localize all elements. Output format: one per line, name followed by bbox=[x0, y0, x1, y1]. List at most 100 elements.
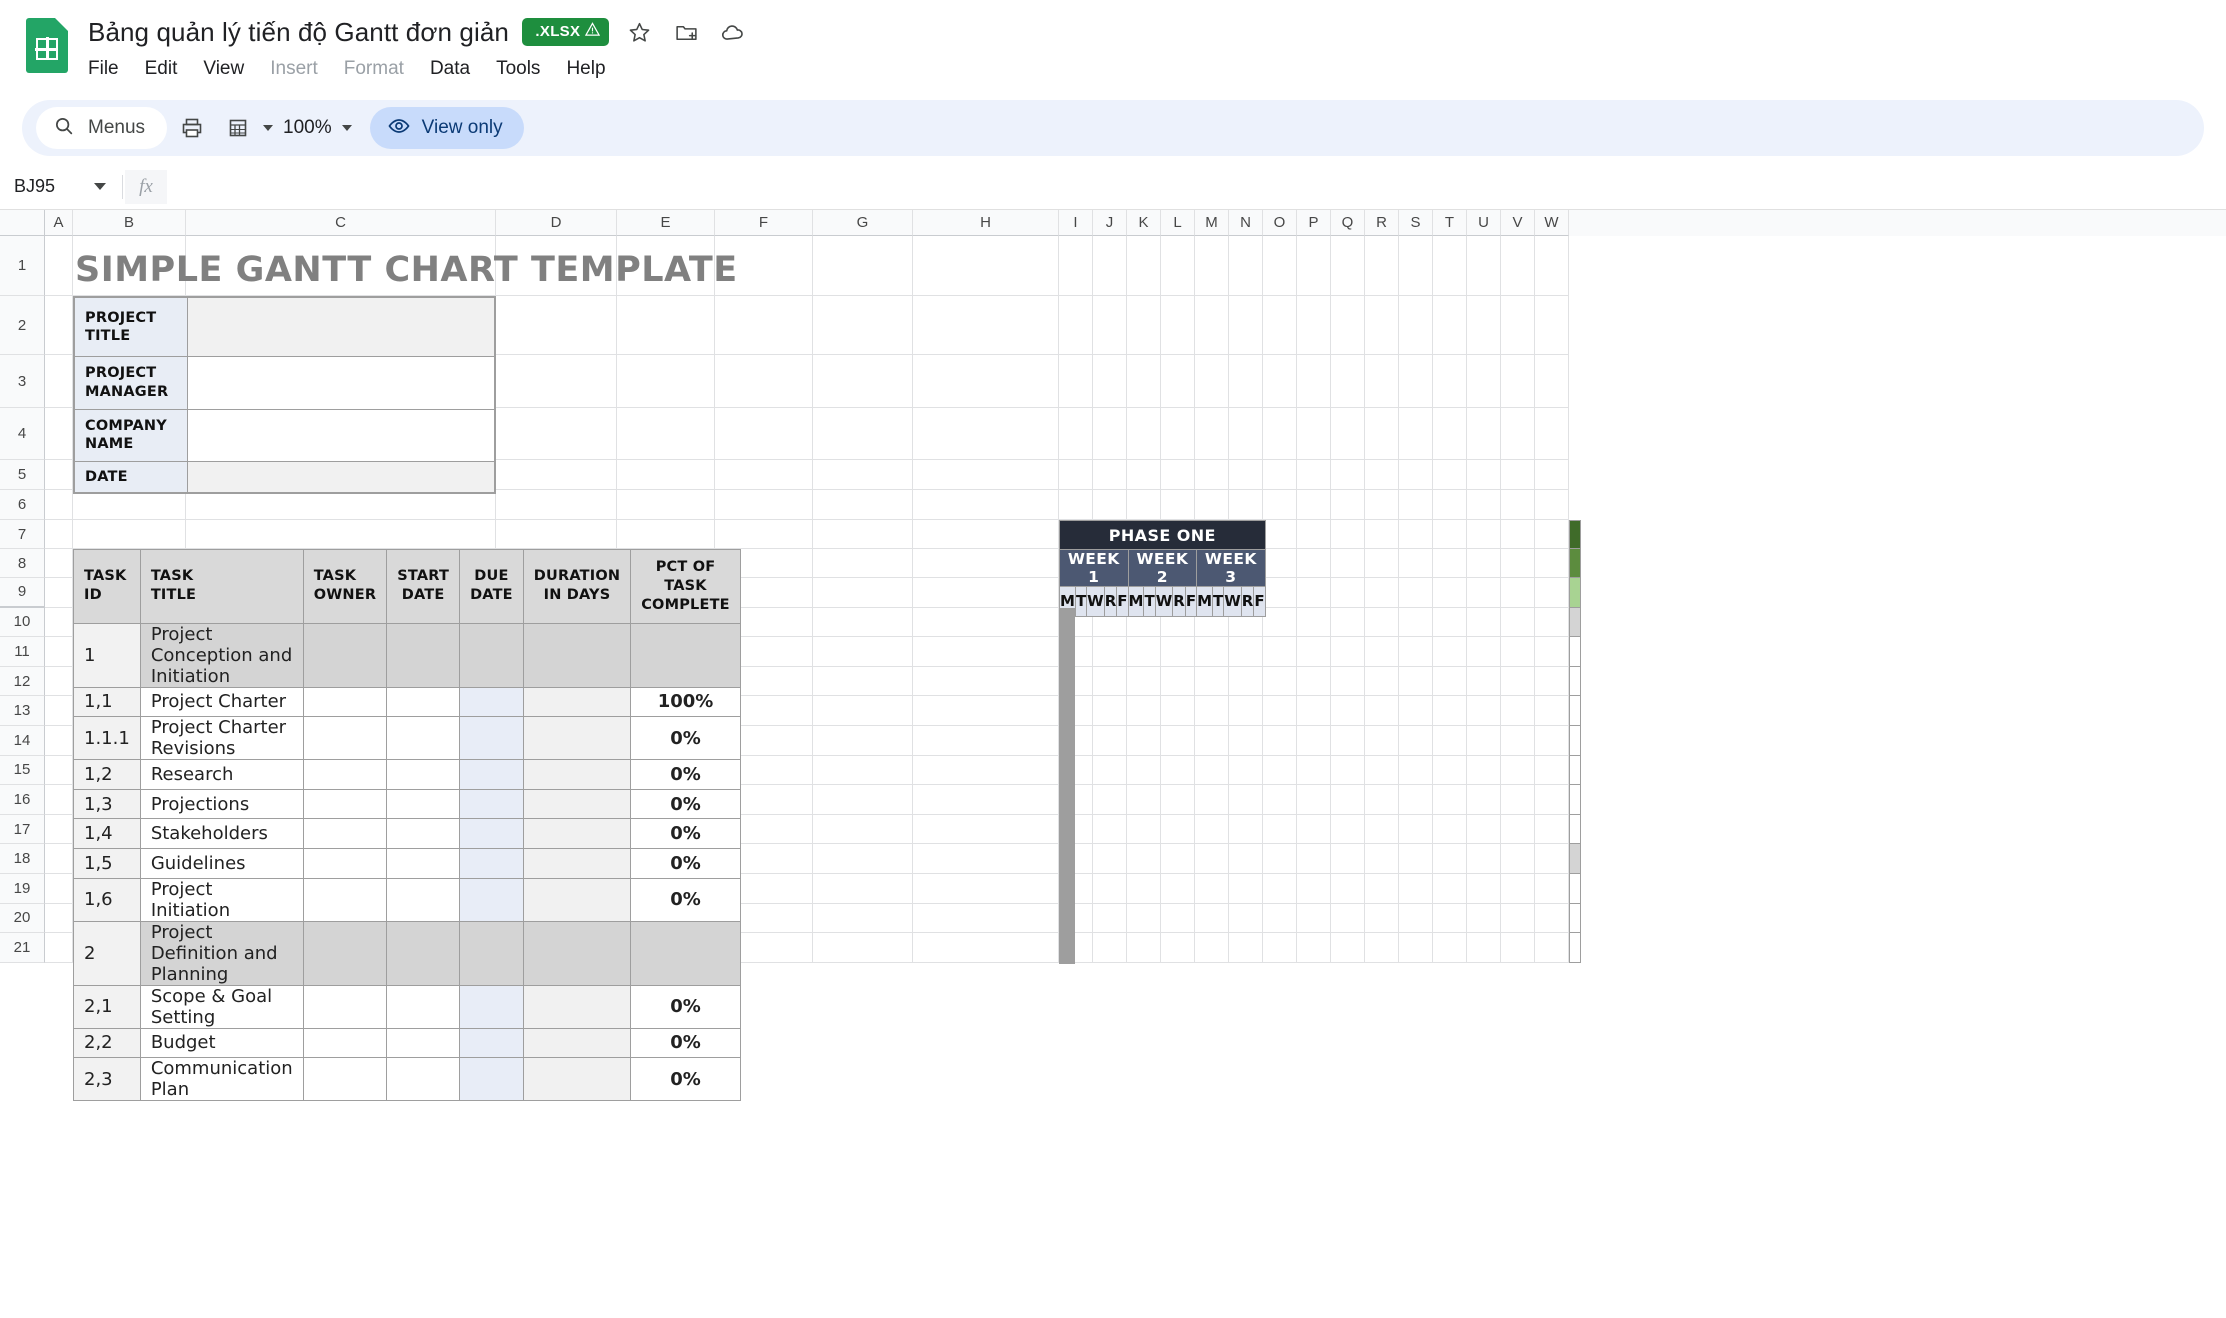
cell-R1[interactable] bbox=[1365, 236, 1399, 296]
cell-R12[interactable] bbox=[1365, 666, 1399, 697]
cell-U16[interactable] bbox=[1467, 785, 1501, 815]
cell-G8[interactable] bbox=[813, 549, 913, 578]
cell-C13[interactable] bbox=[186, 696, 496, 726]
cell-V10[interactable] bbox=[1501, 607, 1535, 638]
cell-P9[interactable] bbox=[1297, 578, 1331, 608]
cell-D7[interactable] bbox=[496, 520, 617, 549]
cell-C17[interactable] bbox=[186, 814, 496, 845]
cell-W16[interactable] bbox=[1535, 785, 1569, 815]
column-header-R[interactable]: R bbox=[1365, 210, 1399, 236]
cell-P8[interactable] bbox=[1297, 549, 1331, 578]
cell-G9[interactable] bbox=[813, 578, 913, 608]
cell-U17[interactable] bbox=[1467, 814, 1501, 845]
cell-E16[interactable] bbox=[617, 785, 715, 815]
cell-U19[interactable] bbox=[1467, 873, 1501, 904]
cell-J18[interactable] bbox=[1093, 844, 1127, 874]
duration[interactable] bbox=[522, 1057, 632, 1102]
cell-U18[interactable] bbox=[1467, 844, 1501, 874]
cell-Q4[interactable] bbox=[1331, 408, 1365, 460]
cell-J7[interactable] bbox=[1093, 520, 1127, 549]
cell-S9[interactable] bbox=[1399, 578, 1433, 608]
cell-E5[interactable] bbox=[617, 460, 715, 490]
cell-M2[interactable] bbox=[1195, 296, 1229, 355]
cell-J10[interactable] bbox=[1093, 607, 1127, 638]
cell-C7[interactable] bbox=[186, 520, 496, 549]
cell-I11[interactable] bbox=[1059, 637, 1093, 667]
cell-P5[interactable] bbox=[1297, 460, 1331, 490]
cell-M17[interactable] bbox=[1195, 814, 1229, 845]
cell-T5[interactable] bbox=[1433, 460, 1467, 490]
cell-D10[interactable] bbox=[496, 607, 617, 638]
spreadsheet-view-icon[interactable] bbox=[217, 107, 259, 149]
row-header-5[interactable]: 5 bbox=[0, 460, 45, 490]
cell-H3[interactable] bbox=[913, 355, 1059, 408]
cell-V20[interactable] bbox=[1501, 903, 1535, 934]
row-header-18[interactable]: 18 bbox=[0, 844, 45, 874]
cell-E2[interactable] bbox=[617, 296, 715, 355]
cell-B21[interactable] bbox=[73, 933, 186, 963]
zoom-level[interactable]: 100% bbox=[277, 117, 338, 139]
cell-S7[interactable] bbox=[1399, 520, 1433, 549]
cell-H14[interactable] bbox=[913, 725, 1059, 756]
cell-R4[interactable] bbox=[1365, 408, 1399, 460]
cell-L5[interactable] bbox=[1161, 460, 1195, 490]
cell-U13[interactable] bbox=[1467, 696, 1501, 726]
cell-F4[interactable] bbox=[715, 408, 813, 460]
cell-U12[interactable] bbox=[1467, 666, 1501, 697]
cell-C19[interactable] bbox=[186, 873, 496, 904]
row-header-20[interactable]: 20 bbox=[0, 903, 45, 934]
cell-C15[interactable] bbox=[186, 755, 496, 786]
cell-O19[interactable] bbox=[1263, 873, 1297, 904]
cell-W18[interactable] bbox=[1535, 844, 1569, 874]
cell-E1[interactable] bbox=[617, 236, 715, 296]
cell-L9[interactable] bbox=[1161, 578, 1195, 608]
cell-K3[interactable] bbox=[1127, 355, 1161, 408]
cell-J20[interactable] bbox=[1093, 903, 1127, 934]
cell-G18[interactable] bbox=[813, 844, 913, 874]
task-title[interactable]: Scope & Goal Setting bbox=[139, 984, 304, 1029]
cell-A7[interactable] bbox=[45, 520, 73, 549]
due-date[interactable] bbox=[459, 984, 524, 1029]
cell-G17[interactable] bbox=[813, 814, 913, 845]
duration[interactable] bbox=[522, 1027, 632, 1059]
cell-R7[interactable] bbox=[1365, 520, 1399, 549]
cell-Q13[interactable] bbox=[1331, 696, 1365, 726]
row-header-11[interactable]: 11 bbox=[0, 637, 45, 667]
cell-K4[interactable] bbox=[1127, 408, 1161, 460]
cell-J11[interactable] bbox=[1093, 637, 1127, 667]
cell-M1[interactable] bbox=[1195, 236, 1229, 296]
cell-J9[interactable] bbox=[1093, 578, 1127, 608]
cell-O4[interactable] bbox=[1263, 408, 1297, 460]
cell-F13[interactable] bbox=[715, 696, 813, 726]
cell-H7[interactable] bbox=[913, 520, 1059, 549]
cell-A18[interactable] bbox=[45, 844, 73, 874]
cell-V6[interactable] bbox=[1501, 490, 1535, 520]
cell-T11[interactable] bbox=[1433, 637, 1467, 667]
column-header-S[interactable]: S bbox=[1399, 210, 1433, 236]
cell-U9[interactable] bbox=[1467, 578, 1501, 608]
cell-A2[interactable] bbox=[45, 296, 73, 355]
cell-C20[interactable] bbox=[186, 903, 496, 934]
cell-G20[interactable] bbox=[813, 903, 913, 934]
cell-W14[interactable] bbox=[1535, 725, 1569, 756]
cell-F8[interactable] bbox=[715, 549, 813, 578]
cell-M7[interactable] bbox=[1195, 520, 1229, 549]
cell-Q11[interactable] bbox=[1331, 637, 1365, 667]
sheets-logo-icon[interactable] bbox=[22, 16, 72, 84]
start-date[interactable] bbox=[386, 1057, 461, 1102]
cell-B1[interactable] bbox=[73, 236, 186, 296]
cell-E6[interactable] bbox=[617, 490, 715, 520]
cell-N19[interactable] bbox=[1229, 873, 1263, 904]
cell-K5[interactable] bbox=[1127, 460, 1161, 490]
cell-K18[interactable] bbox=[1127, 844, 1161, 874]
cell-F14[interactable] bbox=[715, 725, 813, 756]
cell-D16[interactable] bbox=[496, 785, 617, 815]
cell-Q9[interactable] bbox=[1331, 578, 1365, 608]
cell-E12[interactable] bbox=[617, 666, 715, 697]
cell-R10[interactable] bbox=[1365, 607, 1399, 638]
cell-J8[interactable] bbox=[1093, 549, 1127, 578]
cell-A17[interactable] bbox=[45, 814, 73, 845]
column-header-N[interactable]: N bbox=[1229, 210, 1263, 236]
cell-G12[interactable] bbox=[813, 666, 913, 697]
file-format-badge[interactable]: .XLSX bbox=[521, 18, 610, 46]
